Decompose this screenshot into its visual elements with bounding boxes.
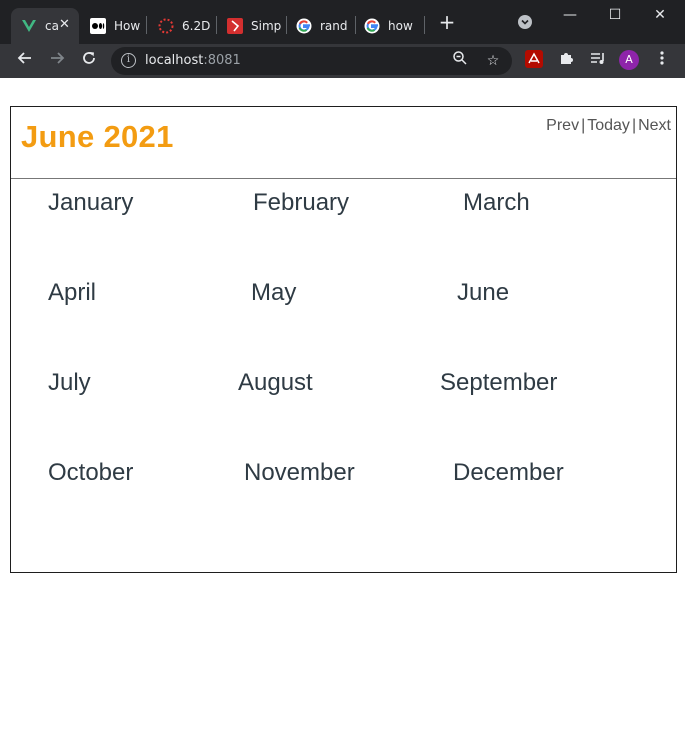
forward-arrow-icon[interactable] — [44, 48, 70, 74]
month-february[interactable]: February — [253, 189, 349, 217]
bookmark-star-icon[interactable]: ☆ — [482, 50, 504, 72]
tab-title: 6.2D — [182, 19, 211, 33]
profile-avatar[interactable]: A — [619, 50, 641, 72]
tab-title: how — [388, 19, 413, 33]
month-november[interactable]: November — [244, 459, 355, 487]
month-may[interactable]: May — [251, 279, 296, 307]
month-september[interactable]: September — [440, 369, 557, 397]
tab-title: Simp — [251, 19, 282, 33]
tab-divider — [146, 16, 147, 34]
tab-4[interactable]: rand — [286, 8, 354, 44]
new-tab-button[interactable]: + — [432, 11, 462, 33]
tab-2[interactable]: 6.2D — [148, 8, 216, 44]
month-april[interactable]: April — [48, 279, 96, 307]
google-icon — [296, 18, 312, 34]
page-title: June 2021 — [21, 119, 174, 154]
month-july[interactable]: July — [48, 369, 91, 397]
tab-3[interactable]: Simp — [217, 8, 285, 44]
reading-list-icon[interactable] — [587, 50, 609, 72]
month-august[interactable]: August — [238, 369, 313, 397]
tab-search-icon[interactable] — [510, 14, 540, 36]
extensions-puzzle-icon[interactable] — [555, 50, 577, 72]
tab-title: ca — [45, 19, 59, 33]
today-link[interactable]: Today — [587, 117, 630, 134]
url-text[interactable]: localhost:8081 — [145, 53, 241, 68]
browser-toolbar: i localhost:8081 ☆ A — [0, 44, 685, 78]
menu-kebab-icon[interactable] — [651, 50, 673, 72]
back-arrow-icon[interactable] — [12, 48, 38, 74]
calendar-nav: Prev | Today | Next — [546, 117, 671, 135]
google-icon — [364, 18, 380, 34]
tab-title: rand — [320, 19, 348, 33]
zoom-icon[interactable] — [449, 50, 471, 72]
medium-icon — [90, 18, 106, 34]
nav-separator: | — [581, 117, 586, 134]
close-window-icon[interactable]: ✕ — [645, 4, 675, 26]
prev-link[interactable]: Prev — [546, 117, 579, 134]
reload-icon[interactable] — [76, 48, 102, 74]
maximize-icon[interactable]: ☐ — [600, 4, 630, 26]
calendar-header: June 2021 Prev | Today | Next — [11, 107, 676, 179]
acrobat-extension-icon[interactable] — [523, 50, 545, 72]
browser-titlebar: ca ✕ How 6.2D Simp rand how + — ☐ ✕ — [0, 0, 685, 44]
address-bar[interactable]: i localhost:8081 ☆ — [111, 47, 512, 75]
tab-divider — [424, 16, 425, 34]
url-port: :8081 — [203, 53, 241, 68]
month-october[interactable]: October — [48, 459, 133, 487]
url-host: localhost — [145, 53, 204, 68]
circle-dots-icon — [158, 18, 174, 34]
next-link[interactable]: Next — [638, 117, 671, 134]
month-june[interactable]: June — [457, 279, 509, 307]
month-march[interactable]: March — [463, 189, 530, 217]
tab-5[interactable]: how — [354, 8, 422, 44]
nav-separator: | — [631, 117, 637, 134]
close-tab-icon[interactable]: ✕ — [59, 17, 70, 32]
bookmark-red-icon — [227, 18, 243, 34]
calendar-panel: June 2021 Prev | Today | Next January Februa… — [10, 106, 677, 573]
tab-title: How — [114, 19, 140, 33]
site-info-icon[interactable]: i — [121, 53, 136, 68]
minimize-icon[interactable]: — — [555, 4, 585, 26]
month-january[interactable]: January — [48, 189, 133, 217]
profile-initial: A — [619, 50, 639, 70]
month-december[interactable]: December — [453, 459, 564, 487]
tab-1[interactable]: How — [80, 8, 140, 44]
vue-icon — [22, 20, 36, 32]
